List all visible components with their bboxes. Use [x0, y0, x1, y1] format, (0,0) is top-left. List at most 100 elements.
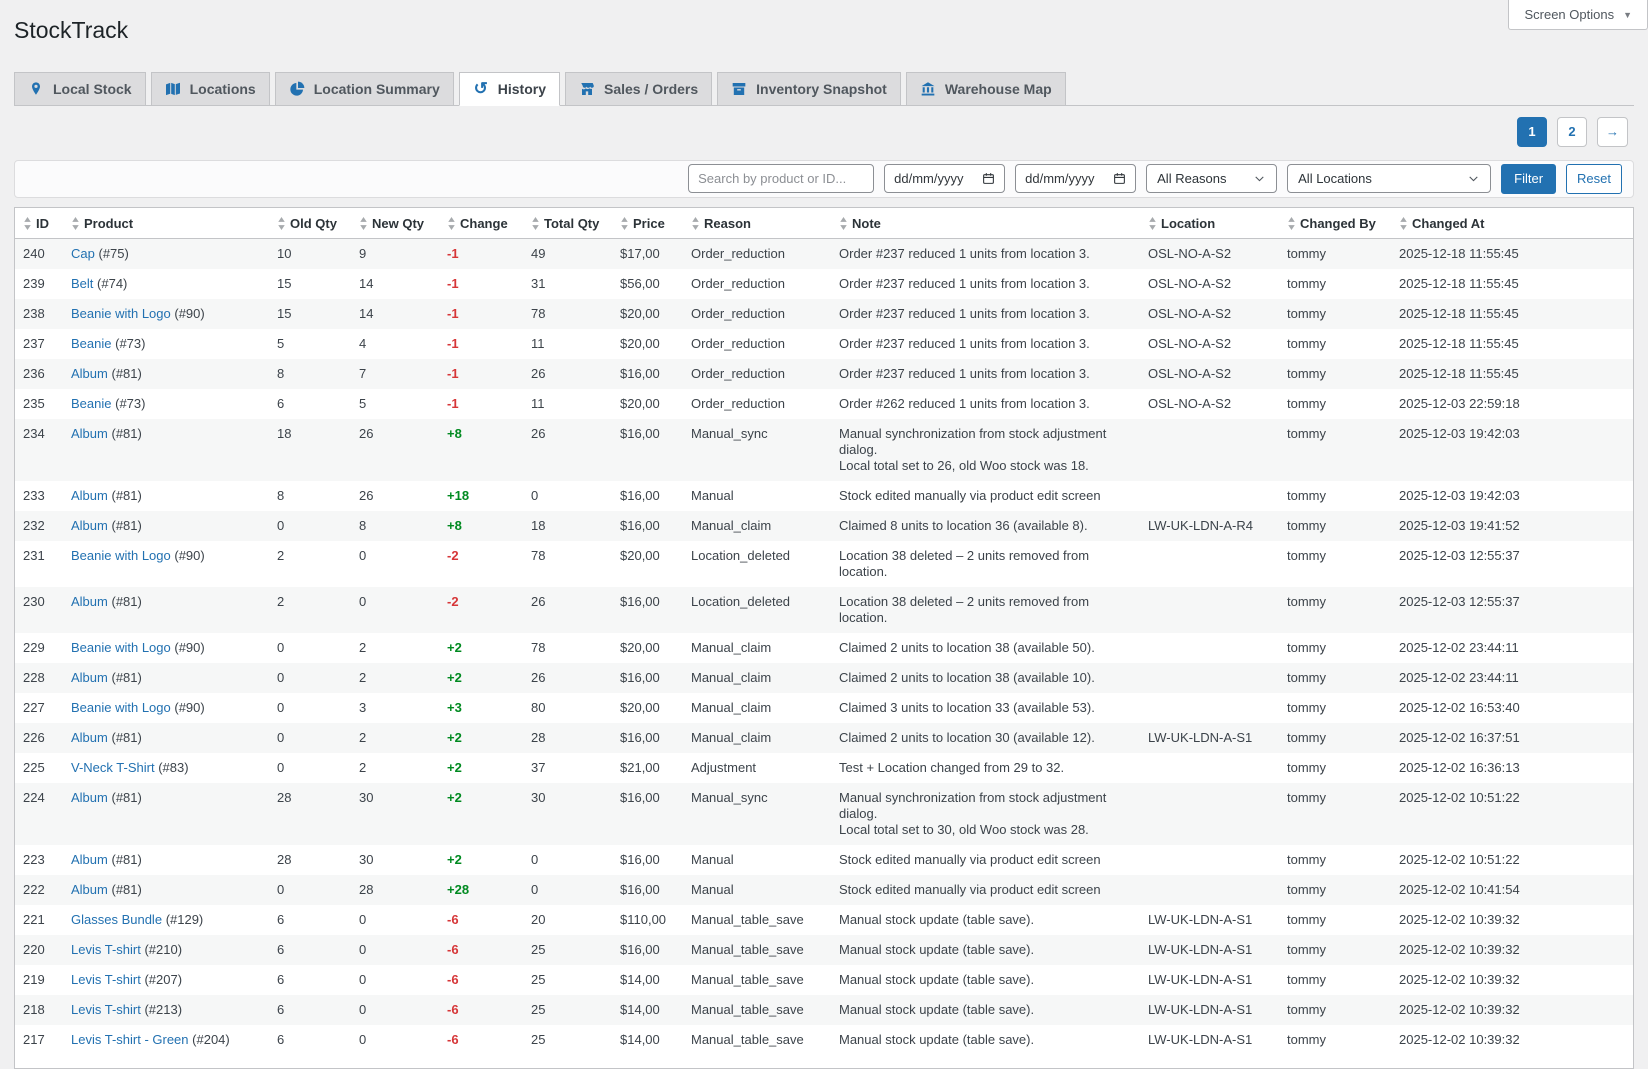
tab-location-summary[interactable]: Location Summary — [275, 72, 454, 106]
tab-label: Local Stock — [53, 81, 132, 97]
column-header-note[interactable]: Note — [831, 208, 1140, 239]
product-link[interactable]: V-Neck T-Shirt — [71, 760, 155, 775]
product-link[interactable]: Levis T-shirt — [71, 1002, 141, 1017]
product-link[interactable]: Belt — [71, 276, 93, 291]
table-row: 231Beanie with Logo (#90)20-278$20,00Loc… — [15, 541, 1633, 587]
tab-local-stock[interactable]: Local Stock — [14, 72, 146, 106]
tab-sales-orders[interactable]: Sales / Orders — [565, 72, 712, 106]
reason-select[interactable]: All Reasons — [1146, 164, 1277, 193]
cell-changed-at: 2025-12-18 11:55:45 — [1391, 299, 1633, 329]
cell-change: -2 — [439, 541, 523, 587]
product-link[interactable]: Album — [71, 790, 108, 805]
tab-warehouse-map[interactable]: Warehouse Map — [906, 72, 1066, 106]
product-link[interactable]: Glasses Bundle — [71, 912, 162, 927]
cell-changed-at: 2025-12-18 11:55:45 — [1391, 269, 1633, 299]
filter-button[interactable]: Filter — [1501, 164, 1556, 194]
column-header-new-qty[interactable]: New Qty — [351, 208, 439, 239]
cell-location — [1140, 541, 1279, 587]
location-select[interactable]: All Locations — [1287, 164, 1491, 193]
page-button-1[interactable]: 1 — [1517, 117, 1547, 147]
column-label: Reason — [704, 216, 751, 231]
cell-product: Album (#81) — [63, 663, 269, 693]
cell-reason: Manual — [683, 845, 831, 875]
tab-label: Location Summary — [314, 81, 440, 97]
product-link[interactable]: Beanie — [71, 336, 111, 351]
cell-old-qty: 0 — [269, 693, 351, 723]
cell-new-qty: 26 — [351, 481, 439, 511]
product-link[interactable]: Beanie with Logo — [71, 548, 171, 563]
product-link[interactable]: Levis T-shirt — [71, 942, 141, 957]
reset-button[interactable]: Reset — [1566, 164, 1622, 194]
product-link[interactable]: Beanie — [71, 396, 111, 411]
cell-price: $16,00 — [612, 935, 683, 965]
cell-reason: Manual_table_save — [683, 1025, 831, 1055]
cell-location: OSL-NO-A-S2 — [1140, 299, 1279, 329]
column-label: Changed By — [1300, 216, 1376, 231]
chevron-down-icon — [1253, 172, 1266, 185]
tab-inventory-snapshot[interactable]: Inventory Snapshot — [717, 72, 901, 106]
table-row: 218Levis T-shirt (#213)60-625$14,00Manua… — [15, 995, 1633, 1025]
product-link[interactable]: Beanie with Logo — [71, 306, 171, 321]
product-link[interactable]: Album — [71, 670, 108, 685]
product-link[interactable]: Album — [71, 426, 108, 441]
product-link[interactable]: Levis T-shirt - Green — [71, 1032, 189, 1047]
cell-product: Album (#81) — [63, 481, 269, 511]
column-header-total-qty[interactable]: Total Qty — [523, 208, 612, 239]
change-value: +18 — [447, 488, 469, 503]
pagination: 12 → — [14, 117, 1634, 147]
search-input[interactable] — [688, 164, 874, 193]
cell-product: Album (#81) — [63, 359, 269, 389]
column-header-changed-by[interactable]: Changed By — [1279, 208, 1391, 239]
cell-total-qty: 25 — [523, 995, 612, 1025]
product-link[interactable]: Cap — [71, 246, 95, 261]
product-link[interactable]: Levis T-shirt — [71, 972, 141, 987]
cell-total-qty: 49 — [523, 238, 612, 269]
column-header-change[interactable]: Change — [439, 208, 523, 239]
cell-new-qty: 0 — [351, 935, 439, 965]
table-row: 238Beanie with Logo (#90)1514-178$20,00O… — [15, 299, 1633, 329]
cell-change: +2 — [439, 845, 523, 875]
cell-change: -6 — [439, 965, 523, 995]
product-link[interactable]: Album — [71, 366, 108, 381]
product-link[interactable]: Beanie with Logo — [71, 700, 171, 715]
product-ref: (#81) — [111, 518, 141, 533]
column-header-product[interactable]: Product — [63, 208, 269, 239]
column-header-changed-at[interactable]: Changed At — [1391, 208, 1633, 239]
history-table-card: IDProductOld QtyNew QtyChangeTotal Qty Pr… — [14, 207, 1634, 1069]
cell-product: Cap (#75) — [63, 238, 269, 269]
change-value: -6 — [447, 1002, 459, 1017]
cell-reason: Order_reduction — [683, 238, 831, 269]
next-page-button[interactable]: → — [1597, 117, 1628, 147]
column-header-reason[interactable]: Reason — [683, 208, 831, 239]
page-button-2[interactable]: 2 — [1557, 117, 1587, 147]
product-link[interactable]: Album — [71, 882, 108, 897]
column-label: Price — [633, 216, 665, 231]
tab-bar: Local Stock Locations Location Summary ↺His… — [14, 72, 1634, 106]
product-link[interactable]: Beanie with Logo — [71, 640, 171, 655]
cell-id: 227 — [15, 693, 63, 723]
cell-location — [1140, 633, 1279, 663]
screen-options-button[interactable]: Screen Options ▼ — [1508, 0, 1648, 30]
change-value: +2 — [447, 760, 462, 775]
product-link[interactable]: Album — [71, 518, 108, 533]
column-header-id[interactable]: ID — [15, 208, 63, 239]
cell-note: Order #262 reduced 1 units from location… — [831, 389, 1140, 419]
cell-note: Manual synchronization from stock adjust… — [831, 419, 1140, 481]
product-link[interactable]: Album — [71, 852, 108, 867]
cell-id: 237 — [15, 329, 63, 359]
column-header-old-qty[interactable]: Old Qty — [269, 208, 351, 239]
product-link[interactable]: Album — [71, 488, 108, 503]
sort-icon — [691, 217, 700, 230]
cell-id: 221 — [15, 905, 63, 935]
sort-icon — [531, 217, 540, 230]
product-link[interactable]: Album — [71, 594, 108, 609]
date-to-input[interactable]: dd/mm/yyyy — [1015, 164, 1136, 193]
column-header-location[interactable]: Location — [1140, 208, 1279, 239]
column-header-price[interactable]: Price — [612, 208, 683, 239]
cell-note: Manual stock update (table save). — [831, 995, 1140, 1025]
tab-locations[interactable]: Locations — [151, 72, 270, 106]
tab-history[interactable]: ↺History — [459, 72, 560, 106]
product-link[interactable]: Album — [71, 730, 108, 745]
table-row: 237Beanie (#73)54-111$20,00Order_reducti… — [15, 329, 1633, 359]
date-from-input[interactable]: dd/mm/yyyy — [884, 164, 1005, 193]
